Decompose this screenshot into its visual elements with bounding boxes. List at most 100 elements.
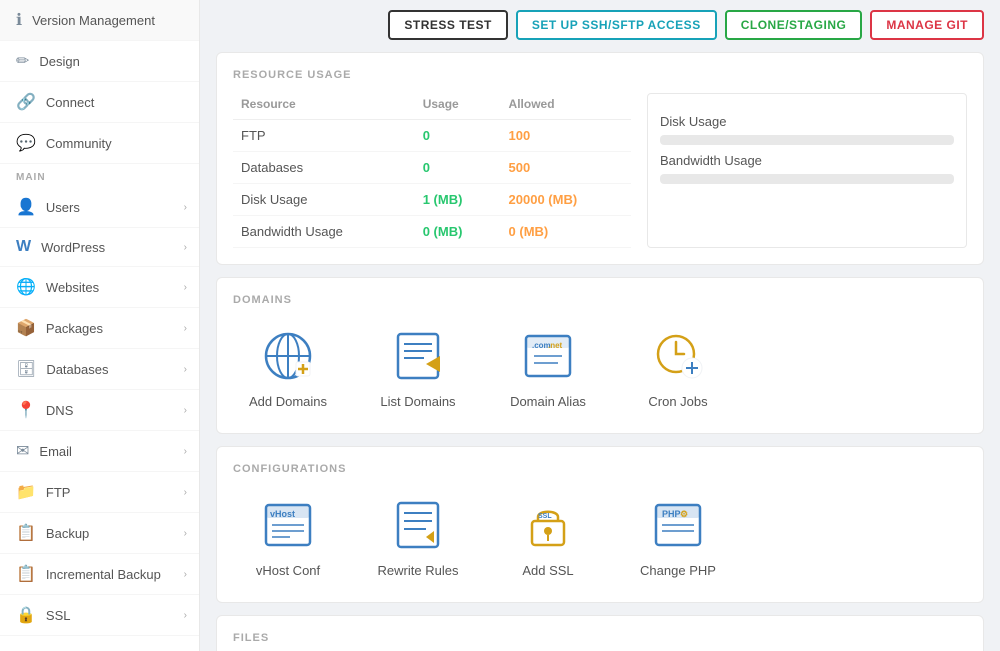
chevron-right-icon: › — [184, 323, 187, 334]
domains-grid: Add Domains List Domains — [233, 318, 967, 417]
sidebar-item-label: SSL — [46, 608, 71, 623]
sidebar-item-users[interactable]: 👤 Users › — [0, 187, 199, 228]
chevron-right-icon: › — [184, 569, 187, 580]
sidebar-item-community[interactable]: 💬 Community — [0, 123, 199, 164]
sidebar-item-design[interactable]: ✏ Design — [0, 41, 199, 82]
table-row: Bandwidth Usage 0 (MB) 0 (MB) — [233, 216, 631, 248]
cron-jobs-icon — [648, 326, 708, 386]
stress-test-button[interactable]: STRESS TEST — [388, 10, 508, 40]
list-domains-item[interactable]: List Domains — [363, 318, 473, 417]
add-domains-icon — [258, 326, 318, 386]
cron-jobs-label: Cron Jobs — [648, 394, 707, 409]
packages-icon: 📦 — [16, 318, 36, 338]
sidebar-item-version-management[interactable]: ℹ Version Management — [0, 0, 199, 41]
sidebar-item-email[interactable]: ✉ Email › — [0, 431, 199, 472]
add-domains-item[interactable]: Add Domains — [233, 318, 343, 417]
sidebar-item-incremental-backup[interactable]: 📋 Incremental Backup › — [0, 554, 199, 595]
configurations-card: CONFIGURATIONS vHost vHost Conf — [216, 446, 984, 603]
email-icon: ✉ — [16, 441, 29, 461]
sidebar-item-label: DNS — [46, 403, 73, 418]
clone-staging-button[interactable]: CLONE/STAGING — [725, 10, 863, 40]
manage-git-button[interactable]: MANAGE GIT — [870, 10, 984, 40]
ssl-icon: SSL — [518, 495, 578, 555]
disk-usage-label: Disk Usage — [660, 114, 954, 129]
sidebar-item-ssl[interactable]: 🔒 SSL › — [0, 595, 199, 636]
cron-jobs-item[interactable]: Cron Jobs — [623, 318, 733, 417]
sidebar-item-label: WordPress — [41, 240, 105, 255]
connect-icon: 🔗 — [16, 92, 36, 112]
sidebar-item-label: Design — [39, 54, 79, 69]
bandwidth-usage-label: Bandwidth Usage — [660, 153, 954, 168]
svg-text:SSL: SSL — [538, 513, 552, 520]
resource-name: Disk Usage — [233, 184, 415, 216]
domain-alias-item[interactable]: .com .net Domain Alias — [493, 318, 603, 417]
col-resource: Resource — [233, 93, 415, 120]
chevron-right-icon: › — [184, 528, 187, 539]
sidebar-item-websites[interactable]: 🌐 Websites › — [0, 267, 199, 308]
sidebar-item-dns[interactable]: 📍 DNS › — [0, 390, 199, 431]
domain-alias-label: Domain Alias — [510, 394, 586, 409]
rewrite-icon — [388, 495, 448, 555]
users-icon: 👤 — [16, 197, 36, 217]
sidebar-item-label: Community — [46, 136, 112, 151]
sidebar-item-backup[interactable]: 📋 Backup › — [0, 513, 199, 554]
sidebar-item-ftp[interactable]: 📁 FTP › — [0, 472, 199, 513]
domains-card: DOMAINS Add Domains — [216, 277, 984, 434]
vhost-label: vHost Conf — [256, 563, 320, 578]
sidebar-item-label: FTP — [46, 485, 71, 500]
resource-allowed-val: 100 — [501, 120, 631, 152]
svg-text:⚙: ⚙ — [680, 509, 688, 519]
add-ssl-item[interactable]: SSL Add SSL — [493, 487, 603, 586]
sidebar-item-connect[interactable]: 🔗 Connect — [0, 82, 199, 123]
configurations-grid: vHost vHost Conf — [233, 487, 967, 586]
chevron-right-icon: › — [184, 282, 187, 293]
resource-usage-val: 1 (MB) — [415, 184, 501, 216]
wordpress-icon: W — [16, 238, 31, 256]
resource-usage-val: 0 — [415, 120, 501, 152]
resource-usage-val: 0 (MB) — [415, 216, 501, 248]
sidebar-item-packages[interactable]: 📦 Packages › — [0, 308, 199, 349]
backup-icon: 📋 — [16, 523, 36, 543]
svg-text:vHost: vHost — [270, 509, 295, 519]
disk-bandwidth-panel: Disk Usage Bandwidth Usage — [647, 93, 967, 248]
sidebar-item-wordpress[interactable]: W WordPress › — [0, 228, 199, 267]
resource-table: Resource Usage Allowed FTP 0 100 Databas… — [233, 93, 631, 248]
sidebar-section-main: MAIN — [0, 164, 199, 187]
sidebar-item-label: Email — [39, 444, 72, 459]
sidebar: ℹ Version Management ✏ Design 🔗 Connect … — [0, 0, 200, 651]
resource-allowed-val: 500 — [501, 152, 631, 184]
col-allowed: Allowed — [501, 93, 631, 120]
sidebar-item-label: Users — [46, 200, 80, 215]
resource-usage-val: 0 — [415, 152, 501, 184]
vhost-conf-item[interactable]: vHost vHost Conf — [233, 487, 343, 586]
add-domains-label: Add Domains — [249, 394, 327, 409]
design-icon: ✏ — [16, 51, 29, 71]
col-usage: Usage — [415, 93, 501, 120]
chevron-right-icon: › — [184, 610, 187, 621]
chevron-right-icon: › — [184, 364, 187, 375]
resource-allowed-val: 20000 (MB) — [501, 184, 631, 216]
change-php-item[interactable]: PHP ⚙ Change PHP — [623, 487, 733, 586]
version-management-icon: ℹ — [16, 10, 22, 30]
disk-progress-bar — [660, 135, 954, 145]
resource-name: FTP — [233, 120, 415, 152]
vhost-icon: vHost — [258, 495, 318, 555]
resource-name: Databases — [233, 152, 415, 184]
ssh-sftp-button[interactable]: SET UP SSH/SFTP ACCESS — [516, 10, 717, 40]
ftp-icon: 📁 — [16, 482, 36, 502]
sidebar-item-label: Websites — [46, 280, 99, 295]
resource-allowed-val: 0 (MB) — [501, 216, 631, 248]
chevron-right-icon: › — [184, 405, 187, 416]
add-ssl-label: Add SSL — [522, 563, 573, 578]
list-domains-icon — [388, 326, 448, 386]
bandwidth-progress-bar — [660, 174, 954, 184]
chevron-right-icon: › — [184, 202, 187, 213]
rewrite-rules-item[interactable]: Rewrite Rules — [363, 487, 473, 586]
sidebar-item-databases[interactable]: 🗄 Databases › — [0, 349, 199, 390]
table-row: Databases 0 500 — [233, 152, 631, 184]
php-icon: PHP ⚙ — [648, 495, 708, 555]
resource-usage-title: RESOURCE USAGE — [233, 69, 967, 81]
table-row: Disk Usage 1 (MB) 20000 (MB) — [233, 184, 631, 216]
table-row: FTP 0 100 — [233, 120, 631, 152]
main-content: STRESS TEST SET UP SSH/SFTP ACCESS CLONE… — [200, 0, 1000, 651]
